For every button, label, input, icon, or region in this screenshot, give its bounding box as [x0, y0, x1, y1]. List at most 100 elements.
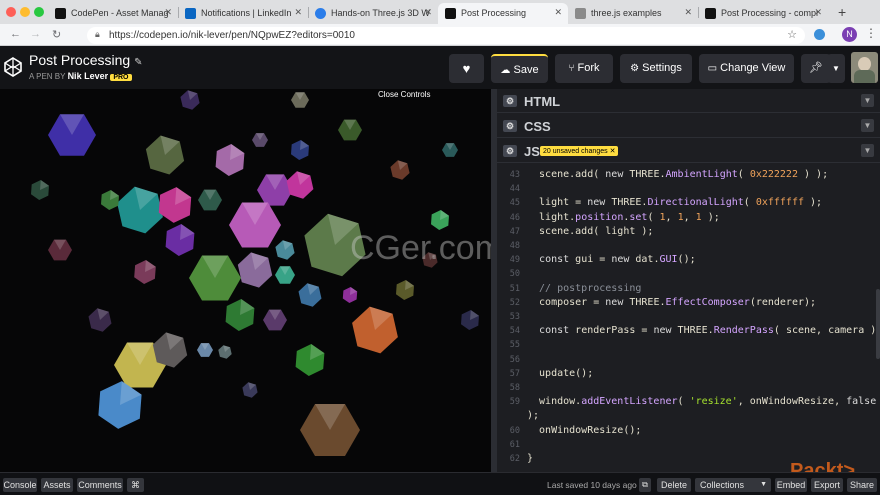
line-number: 47	[509, 226, 520, 237]
maximize-window-button[interactable]	[34, 7, 44, 17]
browser-tab-active[interactable]: Post Processing ✕	[438, 3, 568, 24]
author-link[interactable]: Nik Lever	[68, 71, 109, 81]
code-text: );	[527, 410, 540, 422]
line-number: 49	[509, 255, 520, 266]
js-panel-title: JS	[524, 144, 540, 159]
css-panel-header[interactable]: ⚙ CSS ▼	[497, 114, 880, 138]
cloud-favicon-icon	[315, 8, 326, 19]
watermark-text: CGer.com	[350, 229, 491, 267]
minimize-window-button[interactable]	[20, 7, 30, 17]
open-external-icon[interactable]: ⧉	[639, 478, 651, 492]
tab-label: CodePen - Asset Manag	[71, 8, 169, 18]
code-text: const gui = new dat.GUI();	[539, 254, 696, 266]
line-number: 51	[509, 283, 520, 294]
close-window-button[interactable]	[6, 7, 16, 17]
html-panel-header[interactable]: ⚙ HTML ▼	[497, 89, 880, 113]
layout-icon: ▭	[707, 63, 718, 74]
profile-avatar[interactable]: N	[842, 27, 857, 42]
browser-tab[interactable]: Post Processing - compr ✕	[698, 3, 828, 24]
line-number: 61	[509, 439, 520, 450]
new-tab-button[interactable]: +	[838, 4, 846, 20]
code-text: onWindowResize();	[527, 424, 642, 436]
line-number: 59	[509, 397, 520, 408]
close-tab-icon[interactable]: ✕	[294, 7, 302, 18]
fork-button[interactable]: ⑂ Fork	[555, 54, 613, 83]
save-label: Save	[513, 64, 539, 76]
browser-menu-icon[interactable]: ⋮	[865, 26, 877, 40]
code-text: composer = new THREE.EffectComposer(rend…	[527, 296, 817, 308]
threejs-favicon-icon	[575, 8, 586, 19]
tab-label: Hands-on Three.js 3D W	[331, 8, 430, 18]
line-number: 52	[509, 297, 520, 308]
code-text: window.addEventListener( 'resize', onWin…	[527, 396, 877, 408]
code-text: }	[527, 453, 534, 464]
code-text: scene.add( light );	[527, 225, 654, 237]
close-controls-button[interactable]: Close Controls	[378, 90, 430, 99]
css-panel-title: CSS	[524, 119, 551, 134]
js-panel-header[interactable]: ⚙ JS 20 unsaved changes ✕ ▼	[497, 139, 880, 163]
browser-tab-bar: CodePen - Asset Manag ✕ Notifications | …	[0, 0, 880, 24]
editor-scrollbar[interactable]	[876, 289, 880, 359]
close-tab-icon[interactable]: ✕	[554, 7, 562, 18]
back-icon[interactable]: ←	[10, 28, 21, 40]
delete-button[interactable]: Delete	[657, 478, 691, 492]
lock-icon: 🔒︎	[95, 29, 100, 39]
line-number: 54	[509, 326, 520, 337]
close-tab-icon[interactable]: ✕	[424, 7, 432, 18]
browser-tab[interactable]: CodePen - Asset Manag ✕	[48, 3, 178, 24]
more-menu-button[interactable]: ▼	[827, 54, 845, 83]
chevron-down-icon[interactable]: ▼	[861, 144, 874, 157]
console-button[interactable]: Console	[3, 478, 37, 492]
browser-tab[interactable]: Notifications | LinkedIn ✕	[178, 3, 308, 24]
gear-icon[interactable]: ⚙	[503, 120, 517, 132]
gear-icon: ⚙	[630, 63, 640, 74]
codepen-favicon-icon	[445, 8, 456, 19]
assets-button[interactable]: Assets	[41, 478, 73, 492]
browser-address-bar: ← → ↻ 🔒︎ https://codepen.io/nik-lever/pe…	[0, 24, 880, 46]
reload-icon[interactable]: ↻	[52, 28, 61, 41]
love-button[interactable]: ♥	[449, 54, 484, 83]
chevron-down-icon: ▼	[760, 481, 767, 488]
bookmark-star-icon[interactable]: ☆	[787, 28, 797, 41]
code-text: const renderPass = new THREE.RenderPass(…	[539, 325, 880, 337]
url-text: https://codepen.io/nik-lever/pen/NQpwEZ?…	[109, 30, 355, 41]
close-tab-icon[interactable]: ✕	[684, 7, 692, 18]
line-number: 45	[509, 198, 520, 209]
gear-icon[interactable]: ⚙	[503, 95, 517, 107]
chevron-down-icon[interactable]: ▼	[861, 119, 874, 132]
pen-byline: A PEN BY Nik Lever PRO	[29, 71, 132, 81]
gear-icon[interactable]: ⚙	[503, 145, 517, 157]
comments-button[interactable]: Comments	[77, 478, 123, 492]
edit-pencil-icon[interactable]: ✎	[134, 57, 142, 68]
line-number: 44	[509, 184, 520, 195]
close-icon[interactable]: ✕	[610, 148, 616, 155]
polyhedra-scene	[31, 90, 479, 456]
browser-tab[interactable]: three.js examples ✕	[568, 3, 698, 24]
change-view-button[interactable]: ▭ Change View	[699, 54, 794, 83]
collections-dropdown[interactable]: Collections ▼	[695, 478, 771, 492]
embed-button[interactable]: Embed	[775, 478, 807, 492]
extension-icon[interactable]	[814, 29, 825, 40]
chevron-down-icon[interactable]: ▼	[861, 94, 874, 107]
settings-button[interactable]: ⚙ Settings	[620, 54, 692, 83]
save-button[interactable]: ☁ Save	[491, 54, 548, 83]
html-panel-title: HTML	[524, 94, 561, 109]
codepen-footer: Console Assets Comments ⌘ Last saved 10 …	[0, 472, 880, 495]
keyboard-shortcuts-icon[interactable]: ⌘	[127, 478, 144, 492]
pen-title[interactable]: Post Processing ✎	[29, 52, 142, 68]
tab-label: Post Processing - compr	[721, 8, 820, 18]
user-avatar[interactable]	[851, 52, 878, 83]
export-button[interactable]: Export	[811, 478, 843, 492]
line-number: 58	[509, 383, 520, 393]
browser-tab[interactable]: Hands-on Three.js 3D W ✕	[308, 3, 438, 24]
url-field[interactable]: 🔒︎ https://codepen.io/nik-lever/pen/NQpw…	[87, 27, 805, 44]
codepen-favicon-icon	[55, 8, 66, 19]
result-preview[interactable]: Close Controls CGer.com	[0, 89, 491, 472]
forward-icon[interactable]: →	[30, 28, 41, 40]
codepen-logo-icon[interactable]	[3, 56, 23, 78]
js-code-editor[interactable]: 43 scene.add( new THREE.AmbientLight( 0x…	[497, 165, 880, 472]
share-button[interactable]: Share	[847, 478, 877, 492]
close-tab-icon[interactable]: ✕	[814, 7, 822, 18]
close-tab-icon[interactable]: ✕	[164, 7, 172, 18]
line-number: 46	[509, 212, 520, 223]
